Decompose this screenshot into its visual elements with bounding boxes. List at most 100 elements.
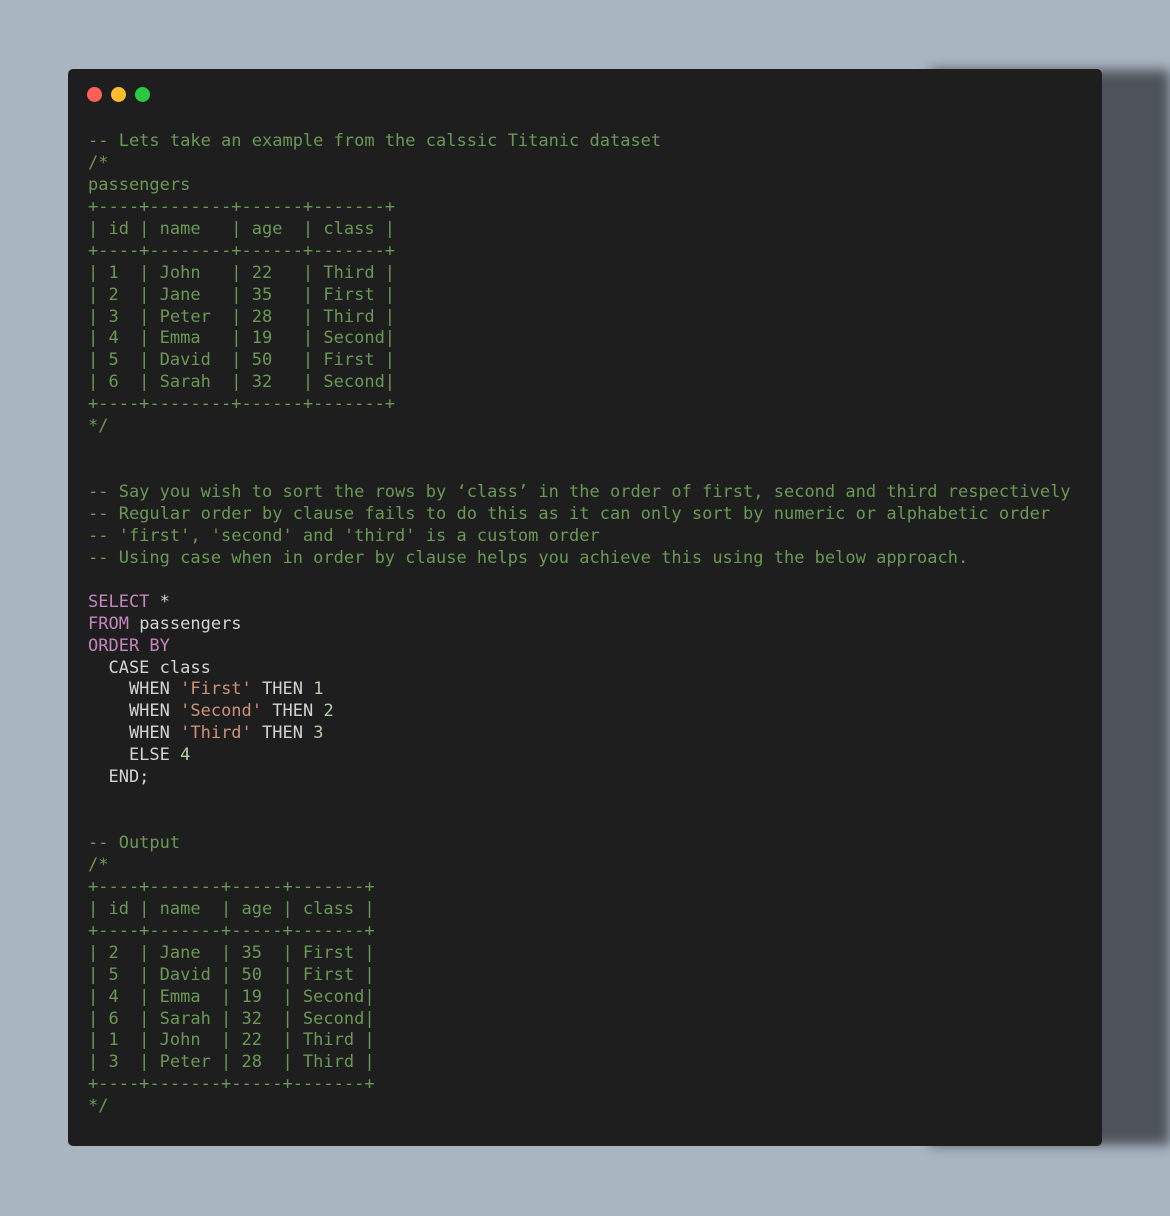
code-token-plain: WHEN xyxy=(88,701,181,722)
code-line: | 2 | Jane | 35 | First | xyxy=(88,943,1071,965)
code-token-comment: -- Using case when in order by clause he… xyxy=(88,547,969,568)
code-token-number: 4 xyxy=(180,745,191,766)
code-token-number: 3 xyxy=(313,723,324,744)
code-token-plain: passengers xyxy=(128,613,242,634)
code-token-comment: -- Say you wish to sort the rows by ‘cla… xyxy=(88,482,1071,502)
code-line: -- Lets take an example from the calssic… xyxy=(88,131,1071,153)
code-line: WHEN 'Second' THEN 2 xyxy=(88,701,1071,723)
code-token-comment: | 3 | Peter | 28 | Third | xyxy=(88,1052,375,1073)
maximize-button[interactable] xyxy=(135,87,150,102)
code-line: -- Using case when in order by clause he… xyxy=(88,548,1071,570)
code-token-plain: THEN xyxy=(251,723,314,744)
code-line: WHEN 'Third' THEN 3 xyxy=(88,723,1071,745)
code-line: SELECT * xyxy=(88,592,1071,614)
code-token-keyword: FROM xyxy=(88,613,129,634)
code-line: */ xyxy=(88,1096,1071,1118)
code-line: | 6 | Sarah | 32 | Second| xyxy=(88,372,1071,394)
code-token-number: 2 xyxy=(323,701,334,722)
code-line: | 4 | Emma | 19 | Second| xyxy=(88,987,1071,1009)
code-line: +----+-------+-----+-------+ xyxy=(88,921,1071,943)
code-token-plain: WHEN xyxy=(88,679,181,700)
code-line: WHEN 'First' THEN 1 xyxy=(88,679,1071,701)
code-token-keyword: ORDER BY xyxy=(88,635,170,656)
code-line: | 3 | Peter | 28 | Third | xyxy=(88,1052,1071,1074)
code-line: */ xyxy=(88,416,1071,438)
code-line: +----+--------+------+-------+ xyxy=(88,241,1071,263)
code-token-comment: /* xyxy=(88,152,109,173)
code-token-number: 1 xyxy=(313,679,324,700)
code-line: -- Regular order by clause fails to do t… xyxy=(88,504,1071,526)
close-button[interactable] xyxy=(87,87,102,102)
code-token-plain: ELSE xyxy=(88,745,181,766)
code-line: | 5 | David | 50 | First | xyxy=(88,350,1071,372)
code-line: -- Output xyxy=(88,833,1071,855)
code-line: -- Say you wish to sort the rows by ‘cla… xyxy=(88,482,1071,504)
code-token-comment: | 4 | Emma | 19 | Second| xyxy=(88,328,396,349)
code-token-comment: +----+--------+------+-------+ xyxy=(88,196,396,217)
code-token-comment: -- Output xyxy=(88,833,181,853)
code-line: | 3 | Peter | 28 | Third | xyxy=(88,307,1071,329)
code-token-comment: | 5 | David | 50 | First | xyxy=(88,964,375,985)
code-token-string: 'First' xyxy=(180,679,252,700)
code-line: -- 'first', 'second' and 'third' is a cu… xyxy=(88,526,1071,548)
code-token-plain: WHEN xyxy=(88,723,181,744)
code-token-comment: | 5 | David | 50 | First | xyxy=(88,350,396,371)
code-line: CASE class xyxy=(88,658,1071,680)
code-token-plain: CASE class xyxy=(88,657,211,678)
code-token-comment: -- 'first', 'second' and 'third' is a cu… xyxy=(88,525,600,546)
code-line: /* xyxy=(88,855,1071,877)
code-line: | id | name | age | class | xyxy=(88,219,1071,241)
code-token-plain: THEN xyxy=(251,679,314,700)
code-line: | id | name | age | class | xyxy=(88,899,1071,921)
code-token-comment: */ xyxy=(88,1096,109,1117)
code-token-comment: | 2 | Jane | 35 | First | xyxy=(88,284,396,305)
code-token-comment: passengers xyxy=(88,174,191,195)
code-token-comment: +----+-------+-----+-------+ xyxy=(88,876,375,897)
window-controls xyxy=(87,87,150,102)
code-token-comment: +----+-------+-----+-------+ xyxy=(88,1074,375,1095)
code-line: | 6 | Sarah | 32 | Second| xyxy=(88,1009,1071,1031)
code-token-comment: | 2 | Jane | 35 | First | xyxy=(88,942,375,963)
code-line: +----+--------+------+-------+ xyxy=(88,197,1071,219)
code-token-comment: | 6 | Sarah | 32 | Second| xyxy=(88,372,396,393)
minimize-button[interactable] xyxy=(111,87,126,102)
code-line: /* xyxy=(88,153,1071,175)
code-token-comment: -- Regular order by clause fails to do t… xyxy=(88,503,1051,524)
code-block: -- Lets take an example from the calssic… xyxy=(88,131,1071,1118)
code-token-comment: +----+--------+------+-------+ xyxy=(88,394,396,415)
code-token-plain: THEN xyxy=(262,701,324,722)
code-token-comment: /* xyxy=(88,854,109,875)
code-line: | 1 | John | 22 | Third | xyxy=(88,1030,1071,1052)
code-line: +----+-------+-----+-------+ xyxy=(88,1074,1071,1096)
code-window: -- Lets take an example from the calssic… xyxy=(68,69,1102,1146)
code-line: passengers xyxy=(88,175,1071,197)
code-line: ELSE 4 xyxy=(88,745,1071,767)
code-token-plain: END; xyxy=(88,767,150,788)
code-token-comment: | 1 | John | 22 | Third | xyxy=(88,262,396,283)
code-token-comment: +----+--------+------+-------+ xyxy=(88,240,396,261)
code-line: +----+--------+------+-------+ xyxy=(88,394,1071,416)
code-line: ORDER BY xyxy=(88,636,1071,658)
code-token-comment: | 1 | John | 22 | Third | xyxy=(88,1030,375,1051)
code-token-comment: -- Lets take an example from the calssic… xyxy=(88,131,662,151)
code-token-comment: | id | name | age | class | xyxy=(88,218,396,239)
code-line: | 4 | Emma | 19 | Second| xyxy=(88,328,1071,350)
code-token-comment: | 4 | Emma | 19 | Second| xyxy=(88,986,375,1007)
code-line: | 2 | Jane | 35 | First | xyxy=(88,285,1071,307)
code-token-string: 'Third' xyxy=(180,723,252,744)
code-token-plain: * xyxy=(149,591,170,612)
code-token-string: 'Second' xyxy=(180,701,263,722)
code-line: FROM passengers xyxy=(88,614,1071,636)
code-token-comment: | id | name | age | class | xyxy=(88,898,375,919)
code-token-comment: | 6 | Sarah | 32 | Second| xyxy=(88,1008,375,1029)
code-token-comment: | 3 | Peter | 28 | Third | xyxy=(88,306,396,327)
code-token-comment: */ xyxy=(88,416,109,437)
code-token-comment: +----+-------+-----+-------+ xyxy=(88,920,375,941)
code-line: +----+-------+-----+-------+ xyxy=(88,877,1071,899)
code-line: END; xyxy=(88,767,1071,789)
